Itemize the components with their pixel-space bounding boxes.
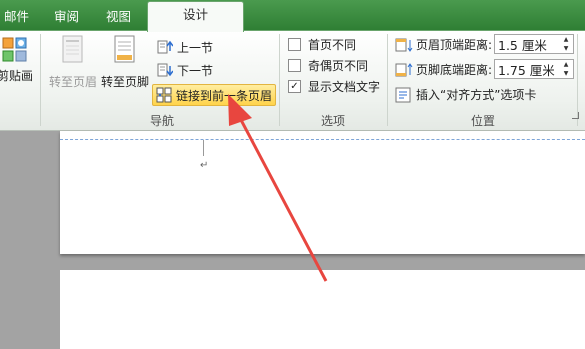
tab-mailings[interactable]: 邮件 <box>4 6 29 25</box>
header-distance-value: 1.5 厘米 <box>498 37 547 53</box>
link-to-previous-button[interactable]: 链接到前一条页眉 <box>152 84 277 106</box>
show-document-text-label: 显示文档文字 <box>308 80 381 94</box>
text-cursor <box>203 140 204 156</box>
different-first-page-checkbox[interactable]: 首页不同 <box>288 36 356 53</box>
header-distance-spinner[interactable]: ▲ ▼ <box>561 35 571 53</box>
ribbon-panel: 剪贴画 转至页眉 转至页脚 上一节 下一节 链接到前一条页眉 导航 首页不同 奇… <box>0 30 585 131</box>
group-separator <box>40 34 41 126</box>
previous-section-icon <box>157 40 173 54</box>
clipart-icon <box>2 37 27 62</box>
link-to-previous-label: 链接到前一条页眉 <box>176 88 273 103</box>
footer-distance-value: 1.75 厘米 <box>498 62 555 78</box>
checkbox-box[interactable] <box>288 38 301 51</box>
header-distance-input[interactable]: 1.5 厘米 ▲ ▼ <box>494 34 574 54</box>
navigation-group-label: 导航 <box>150 114 175 128</box>
paragraph-mark: ↵ <box>200 160 209 171</box>
footer-distance-spinner[interactable]: ▲ ▼ <box>561 60 571 78</box>
header-distance-row: 页眉顶端距离: <box>395 36 492 53</box>
document-page-1[interactable] <box>60 131 585 254</box>
checkmark-icon[interactable]: ✓ <box>288 80 301 93</box>
dialog-launcher-icon[interactable] <box>572 112 579 119</box>
insert-alignment-tab-icon <box>395 87 411 102</box>
different-odd-even-checkbox[interactable]: 奇偶页不同 <box>288 57 368 74</box>
ribbon-tab-bar: 邮件 审阅 视图 <box>0 0 585 30</box>
goto-header-icon <box>62 35 83 63</box>
tab-view[interactable]: 视图 <box>106 6 131 25</box>
goto-footer-icon <box>114 35 135 63</box>
clipart-button[interactable]: 剪贴画 <box>0 37 34 84</box>
header-distance-icon <box>395 38 413 52</box>
previous-section-button[interactable]: 上一节 <box>157 37 213 57</box>
different-odd-even-label: 奇偶页不同 <box>308 59 369 73</box>
group-separator <box>387 34 388 126</box>
header-boundary-line <box>60 139 585 140</box>
different-first-page-label: 首页不同 <box>308 38 357 52</box>
next-section-icon <box>157 63 173 77</box>
show-document-text-checkbox[interactable]: ✓ 显示文档文字 <box>288 78 380 95</box>
tab-design[interactable]: 设计 <box>147 1 244 32</box>
options-group-label: 选项 <box>321 114 346 128</box>
checkbox-box[interactable] <box>288 59 301 72</box>
footer-distance-row: 页脚底端距离: <box>395 61 492 78</box>
tab-review[interactable]: 审阅 <box>54 6 79 25</box>
document-page-2[interactable] <box>60 270 585 349</box>
goto-header-button[interactable]: 转至页眉 <box>48 34 98 90</box>
insert-alignment-tab-button[interactable]: 插入“对齐方式”选项卡 <box>395 86 536 103</box>
footer-distance-icon <box>395 62 413 76</box>
goto-footer-label: 转至页脚 <box>100 75 149 89</box>
goto-footer-button[interactable]: 转至页脚 <box>100 34 150 90</box>
next-section-button[interactable]: 下一节 <box>157 60 213 80</box>
goto-header-label: 转至页眉 <box>48 75 97 89</box>
link-to-previous-icon <box>156 87 172 103</box>
previous-section-label: 上一节 <box>177 40 214 55</box>
footer-distance-input[interactable]: 1.75 厘米 ▲ ▼ <box>494 59 574 79</box>
next-section-label: 下一节 <box>177 63 214 78</box>
footer-distance-label: 页脚底端距离: <box>416 63 493 77</box>
group-separator <box>279 34 280 126</box>
header-distance-label: 页眉顶端距离: <box>416 38 493 52</box>
insert-alignment-tab-label: 插入“对齐方式”选项卡 <box>416 88 537 102</box>
position-group-label: 位置 <box>471 114 496 128</box>
clipart-label: 剪贴画 <box>0 69 33 83</box>
